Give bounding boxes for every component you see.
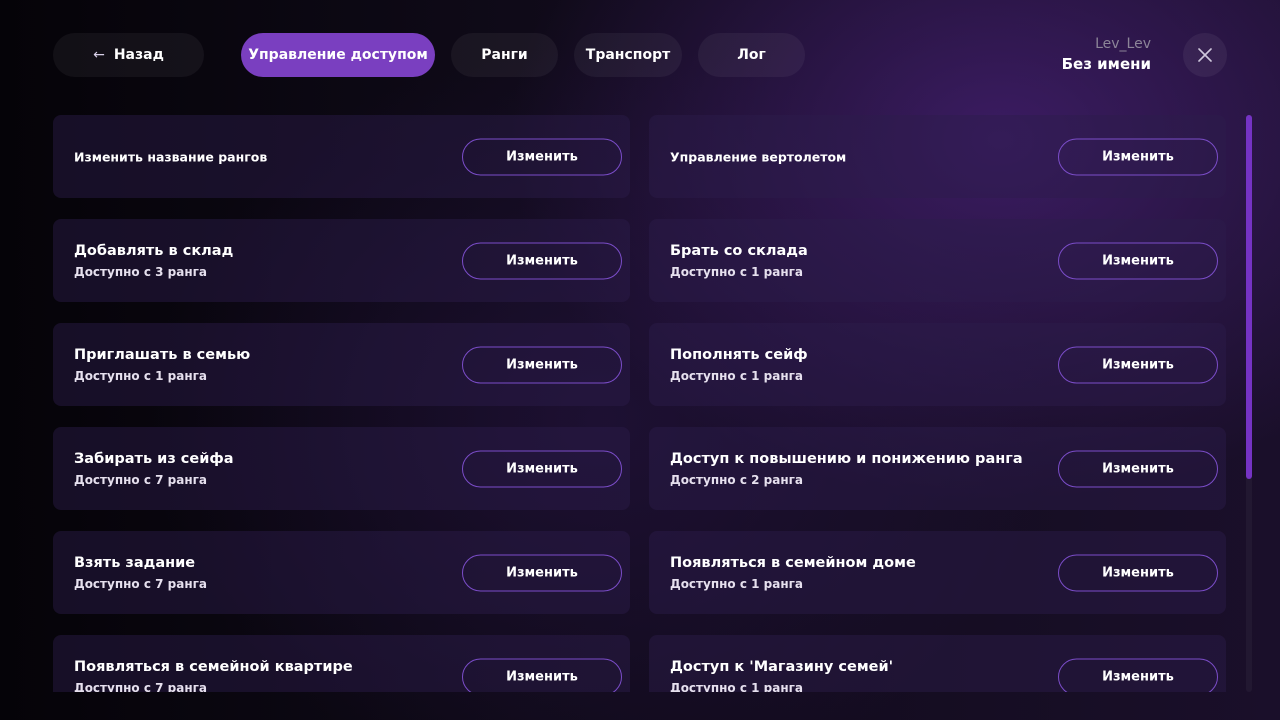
permission-title: Изменить название рангов (74, 149, 268, 164)
permission-title: Управление вертолетом (670, 149, 847, 164)
edit-button[interactable]: Изменить (462, 554, 622, 591)
back-label: Назад (113, 47, 164, 63)
permission-rank: Доступно с 1 ранга (670, 368, 803, 383)
edit-button[interactable]: Изменить (1058, 554, 1218, 591)
permission-rank: Доступно с 1 ранга (670, 576, 803, 591)
permission-card: Забирать из сейфа Доступно с 7 ранга Изм… (53, 427, 630, 510)
user-name: Без имени (1061, 55, 1151, 73)
edit-button[interactable]: Изменить (462, 450, 622, 487)
permission-title: Взять задание (74, 554, 196, 571)
edit-button[interactable]: Изменить (462, 658, 622, 692)
permission-card: Взять задание Доступно с 7 ранга Изменит… (53, 531, 630, 614)
permission-title: Приглашать в семью (74, 346, 251, 363)
permission-card: Доступ к повышению и понижению ранга Дос… (649, 427, 1226, 510)
permission-rank: Доступно с 2 ранга (670, 472, 803, 487)
scrollbar[interactable] (1246, 115, 1252, 692)
permission-card: Брать со склада Доступно с 1 ранга Измен… (649, 219, 1226, 302)
edit-button[interactable]: Изменить (462, 346, 622, 383)
permission-title: Доступ к повышению и понижению ранга (670, 450, 1023, 467)
permission-card: Управление вертолетом Изменить (649, 115, 1226, 198)
permissions-grid: Изменить название рангов Изменить Управл… (53, 115, 1226, 692)
edit-button[interactable]: Изменить (1058, 138, 1218, 175)
permission-rank: Доступно с 7 ранга (74, 472, 207, 487)
edit-button[interactable]: Изменить (1058, 242, 1218, 279)
permission-rank: Доступно с 7 ранга (74, 576, 207, 591)
permission-card: Появляться в семейном доме Доступно с 1 … (649, 531, 1226, 614)
permission-title: Появляться в семейной квартире (74, 658, 353, 675)
tab-log[interactable]: Лог (698, 33, 805, 77)
permission-title: Брать со склада (670, 242, 808, 259)
permission-title: Пополнять сейф (670, 346, 808, 363)
permission-title: Доступ к 'Магазину семей' (670, 658, 894, 675)
permission-rank: Доступно с 3 ранга (74, 264, 207, 279)
edit-button[interactable]: Изменить (462, 138, 622, 175)
permission-card: Пополнять сейф Доступно с 1 ранга Измени… (649, 323, 1226, 406)
edit-button[interactable]: Изменить (1058, 346, 1218, 383)
permission-card: Приглашать в семью Доступно с 1 ранга Из… (53, 323, 630, 406)
arrow-left-icon: ← (93, 47, 105, 63)
back-button[interactable]: ← Назад (53, 33, 204, 77)
permission-rank: Доступно с 1 ранга (74, 368, 207, 383)
permission-title: Добавлять в склад (74, 242, 234, 259)
edit-button[interactable]: Изменить (462, 242, 622, 279)
user-nickname: Lev_Lev (1095, 36, 1151, 52)
user-info: Lev_Lev Без имени (1062, 35, 1151, 75)
permission-title: Забирать из сейфа (74, 450, 234, 467)
permission-rank: Доступно с 7 ранга (74, 680, 207, 693)
permission-title: Появляться в семейном доме (670, 554, 916, 571)
close-icon (1198, 48, 1212, 62)
scrollbar-thumb[interactable] (1246, 115, 1252, 479)
permissions-list: Изменить название рангов Изменить Управл… (53, 115, 1226, 692)
edit-button[interactable]: Изменить (1058, 658, 1218, 692)
edit-button[interactable]: Изменить (1058, 450, 1218, 487)
top-bar: ← Назад Управление доступом Ранги Трансп… (53, 33, 1227, 77)
close-button[interactable] (1183, 33, 1227, 77)
permission-card: Появляться в семейной квартире Доступно … (53, 635, 630, 692)
permission-rank: Доступно с 1 ранга (670, 264, 803, 279)
permission-rank: Доступно с 1 ранга (670, 680, 803, 693)
permission-card: Изменить название рангов Изменить (53, 115, 630, 198)
tab-transport[interactable]: Транспорт (574, 33, 682, 77)
permission-card: Добавлять в склад Доступно с 3 ранга Изм… (53, 219, 630, 302)
tab-access-control[interactable]: Управление доступом (241, 33, 435, 77)
tab-ranks[interactable]: Ранги (451, 33, 558, 77)
permission-card: Доступ к 'Магазину семей' Доступно с 1 р… (649, 635, 1226, 692)
